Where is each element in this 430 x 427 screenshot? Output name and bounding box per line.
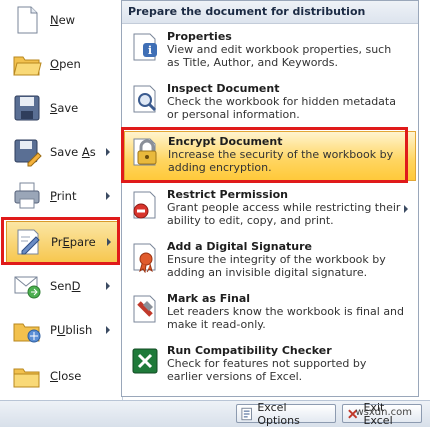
submenu-item-compatibility-checker[interactable]: Run Compatibility Checker Check for feat… [124,341,416,391]
menu-item-prepare[interactable]: PrEpare [6,221,120,263]
save-as-icon [14,139,42,167]
submenu-item-desc: Grant people access while restricting th… [167,201,401,227]
prepare-icon [17,229,40,255]
submenu-arrow-icon [404,205,408,213]
office-menu-left: New Open Save Save As Print PrEpare SenD… [0,0,123,400]
menu-item-close[interactable]: Close [6,356,118,396]
submenu-item-title: Encrypt Document [168,135,283,148]
submenu-item-title: Restrict Permission [167,188,288,201]
submenu-item-restrict-permission[interactable]: Restrict Permission Grant people access … [124,185,416,235]
prepare-submenu: Prepare the document for distribution i … [121,0,419,397]
submenu-item-digital-signature[interactable]: Add a Digital Signature Ensure the integ… [124,237,416,287]
submenu-item-mark-as-final[interactable]: Mark as Final Let readers know the workb… [124,289,416,339]
submenu-item-desc: Let readers know the workbook is final a… [167,305,405,331]
menu-item-label: Save [50,101,79,115]
submenu-arrow-icon [107,238,111,246]
submenu-arrow-icon [106,326,110,334]
menu-item-label: Save As [50,145,96,159]
submenu-item-title: Run Compatibility Checker [167,344,332,357]
svg-text:i: i [148,44,152,57]
printer-icon [14,182,40,209]
submenu-item-desc: Increase the security of the workbook by… [168,148,394,174]
close-folder-icon [13,368,40,388]
menu-item-save[interactable]: Save [6,88,118,128]
menu-item-save-as[interactable]: Save As [6,132,118,172]
menu-item-label: PrEpare [51,235,96,249]
mark-final-icon [133,295,156,323]
submenu-item-encrypt-document[interactable]: Encrypt Document Increase the security o… [124,131,416,181]
submenu-item-title: Inspect Document [167,82,280,95]
restrict-permission-icon [133,191,156,219]
inspect-document-icon [133,85,157,113]
menu-item-label: Close [50,369,82,383]
compatibility-checker-icon [132,348,158,374]
excel-options-button[interactable]: Excel Options [236,401,336,427]
submenu-item-desc: Ensure the integrity of the workbook by … [167,253,386,279]
menu-item-open[interactable]: Open [6,44,118,84]
open-folder-icon [13,56,42,76]
submenu-item-title: Mark as Final [167,292,251,305]
send-icon [14,276,41,299]
excel-options-label: Excel Options [257,400,300,427]
submenu-arrow-icon [106,282,110,290]
menu-item-label: Open [50,57,81,71]
digital-signature-icon [133,243,156,273]
submenu-header: Prepare the document for distribution [122,1,418,24]
save-disk-icon [14,95,40,121]
submenu-arrow-icon [106,192,110,200]
watermark: wsxdn.com [355,407,412,418]
new-document-icon [17,6,38,34]
submenu-item-properties[interactable]: i Properties View and edit workbook prop… [124,27,416,77]
menu-item-label: New [50,13,76,27]
menu-item-new[interactable]: New [6,0,118,40]
options-document-icon [241,407,252,420]
menu-item-label: SenD [50,279,81,293]
submenu-item-title: Properties [167,30,232,43]
menu-item-publish[interactable]: PUblish [6,310,118,350]
submenu-item-desc: Check for features not supported by earl… [167,357,367,383]
submenu-item-inspect-document[interactable]: Inspect Document Check the workbook for … [124,79,416,129]
publish-icon [13,323,41,343]
menu-item-print[interactable]: Print [6,176,118,216]
menu-item-send[interactable]: SenD [6,266,118,306]
menu-item-label: Print [50,189,77,203]
menu-item-label: PUblish [50,323,93,337]
submenu-item-desc: View and edit workbook properties, such … [167,43,392,69]
encrypt-lock-icon [133,138,157,166]
properties-icon: i [133,33,157,61]
submenu-item-title: Add a Digital Signature [167,240,312,253]
submenu-arrow-icon [106,148,110,156]
submenu-item-desc: Check the workbook for hidden metadata o… [167,95,396,121]
